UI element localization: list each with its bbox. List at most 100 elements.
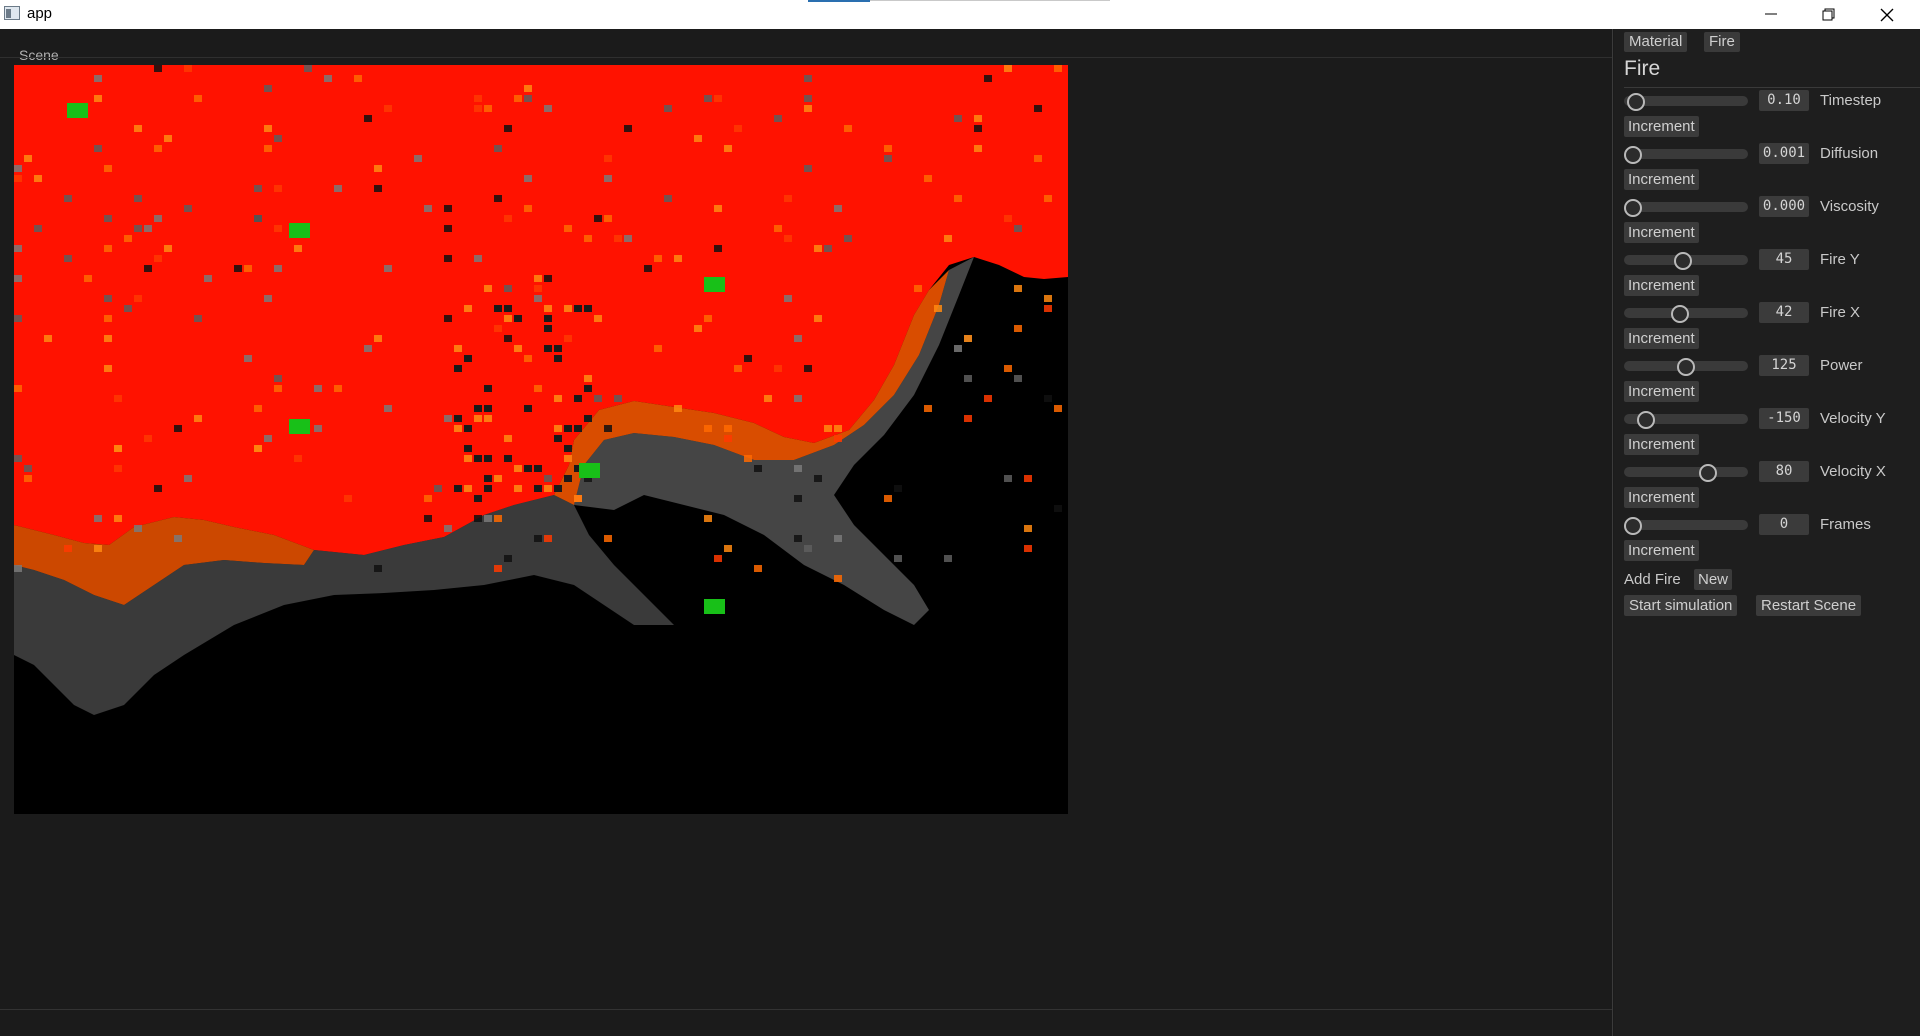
power-increment-button[interactable]: Increment	[1624, 381, 1699, 402]
fire-particle	[674, 255, 682, 262]
velocity-y-slider-knob[interactable]	[1637, 411, 1655, 429]
fire-particle	[774, 225, 782, 232]
power-slider-knob[interactable]	[1677, 358, 1695, 376]
fire-y-slider-knob[interactable]	[1674, 252, 1692, 270]
fire-particle	[24, 155, 32, 162]
velocity-y-slider[interactable]	[1624, 411, 1748, 429]
fire-particle	[314, 385, 322, 392]
fire-x-slider-knob[interactable]	[1671, 305, 1689, 323]
fire-particle	[444, 205, 452, 212]
fire-particle	[534, 295, 542, 302]
velocity-x-slider-knob[interactable]	[1699, 464, 1717, 482]
smoke-particle	[524, 405, 532, 412]
fire-source-marker[interactable]	[289, 223, 310, 238]
smoke-particle	[534, 465, 542, 472]
fire-particle	[424, 205, 432, 212]
minimize-button[interactable]	[1748, 0, 1794, 29]
close-button[interactable]	[1864, 0, 1910, 29]
fire-source-marker[interactable]	[579, 463, 600, 478]
viscosity-increment-button[interactable]: Increment	[1624, 222, 1699, 243]
fire-particle	[274, 225, 282, 232]
smoke-particle	[554, 485, 562, 492]
fire-particle	[34, 175, 42, 182]
velocity-x-increment-button[interactable]: Increment	[1624, 487, 1699, 508]
frames-value-field[interactable]: 0	[1759, 514, 1809, 535]
fire-source-marker[interactable]	[289, 419, 310, 434]
restart-scene-button[interactable]: Restart Scene	[1756, 595, 1862, 616]
maximize-button[interactable]	[1806, 0, 1852, 29]
fire-particle	[494, 145, 502, 152]
fire-particle	[764, 395, 772, 402]
viscosity-slider-knob[interactable]	[1624, 199, 1642, 217]
fire-particle	[504, 285, 512, 292]
smoke-particle	[584, 415, 592, 422]
power-value-field[interactable]: 125	[1759, 355, 1809, 376]
window-title: app	[27, 5, 53, 22]
fire-particle	[884, 495, 892, 502]
velocity-y-increment-button[interactable]: Increment	[1624, 434, 1699, 455]
timestep-increment-button[interactable]: Increment	[1624, 116, 1699, 137]
fire-particle	[884, 145, 892, 152]
fire-x-slider[interactable]	[1624, 305, 1748, 323]
start-simulation-button[interactable]: Start simulation	[1624, 595, 1738, 616]
diffusion-value-field[interactable]: 0.001	[1759, 143, 1809, 164]
fire-particle	[194, 95, 202, 102]
viscosity-value-field[interactable]: 0.000	[1759, 196, 1809, 217]
new-fire-button[interactable]: New	[1694, 569, 1733, 590]
fire-particle	[1014, 325, 1022, 332]
velocity-y-value-field[interactable]: -150	[1759, 408, 1809, 429]
fire-particle	[1024, 545, 1032, 552]
fire-particle	[264, 85, 272, 92]
power-slider[interactable]	[1624, 358, 1748, 376]
fire-particle	[804, 365, 812, 372]
fire-simulation-canvas[interactable]	[14, 65, 1068, 814]
velocity-x-slider[interactable]	[1624, 464, 1748, 482]
fire-source-marker[interactable]	[67, 103, 88, 118]
fire-particle	[974, 115, 982, 122]
smoke-particle	[504, 305, 512, 312]
smoke-particle	[484, 385, 492, 392]
timestep-slider[interactable]	[1624, 93, 1748, 111]
fire-particle	[174, 425, 182, 432]
fire-particle	[1044, 305, 1052, 312]
fire-particle	[384, 265, 392, 272]
fire-y-increment-button[interactable]: Increment	[1624, 275, 1699, 296]
fire-particle	[134, 195, 142, 202]
timestep-slider-knob[interactable]	[1627, 93, 1645, 111]
fire-particle	[834, 205, 842, 212]
fire-particle	[704, 425, 712, 432]
fire-particle	[154, 65, 162, 72]
fire-particle	[1024, 475, 1032, 482]
fire-particle	[784, 195, 792, 202]
fire-y-value-field[interactable]: 45	[1759, 249, 1809, 270]
diffusion-increment-button[interactable]: Increment	[1624, 169, 1699, 190]
frames-increment-button[interactable]: Increment	[1624, 540, 1699, 561]
fire-particle	[524, 85, 532, 92]
frames-slider-knob[interactable]	[1624, 517, 1642, 535]
fire-source-marker[interactable]	[704, 277, 725, 292]
diffusion-slider[interactable]	[1624, 146, 1748, 164]
frames-slider[interactable]	[1624, 517, 1748, 535]
fire-x-increment-button[interactable]: Increment	[1624, 328, 1699, 349]
smoke-particle	[544, 325, 552, 332]
fire-x-value-field[interactable]: 42	[1759, 302, 1809, 323]
tab-fire[interactable]: Fire	[1704, 32, 1740, 52]
fire-particle	[524, 205, 532, 212]
fire-y-slider[interactable]	[1624, 252, 1748, 270]
smoke-particle	[514, 315, 522, 322]
fire-source-marker[interactable]	[704, 599, 725, 614]
diffusion-slider-knob[interactable]	[1624, 146, 1642, 164]
viscosity-slider[interactable]	[1624, 199, 1748, 217]
tab-material[interactable]: Material	[1624, 32, 1688, 52]
velocity-x-value-field[interactable]: 80	[1759, 461, 1809, 482]
fire-particle	[1004, 65, 1012, 72]
fire-particle	[834, 435, 842, 442]
timestep-value-field[interactable]: 0.10	[1759, 90, 1809, 111]
fire-particle	[664, 195, 672, 202]
fire-particle	[624, 235, 632, 242]
fire-particle	[794, 395, 802, 402]
fire-particle	[184, 205, 192, 212]
fire-particle	[814, 475, 822, 482]
fire-particle	[114, 515, 122, 522]
fire-particle	[734, 125, 742, 132]
